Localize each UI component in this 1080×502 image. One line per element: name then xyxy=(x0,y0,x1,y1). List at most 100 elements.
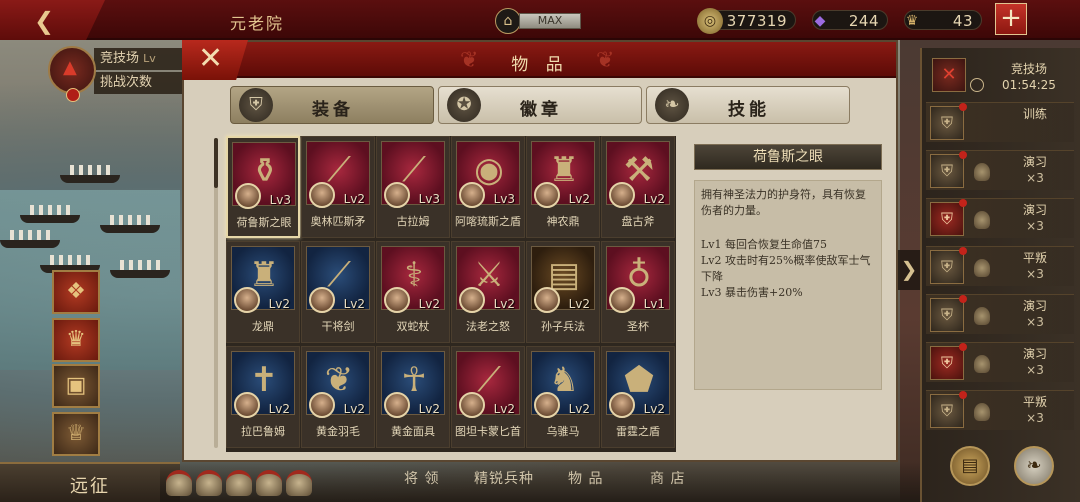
item-art: ♁ Lv1 xyxy=(606,246,670,313)
item-level: Lv2 xyxy=(493,402,515,416)
general-avatar xyxy=(384,287,410,313)
item-card[interactable]: ⟋ Lv2 干将剑 xyxy=(301,241,375,343)
item-level: Lv2 xyxy=(568,192,590,206)
item-card[interactable]: ♜ Lv2 龙鼎 xyxy=(226,241,300,343)
scroll-button[interactable]: ❧ xyxy=(1014,446,1054,486)
helmet-icon xyxy=(974,163,990,181)
item-art: ⟋ Lv2 xyxy=(306,246,370,313)
item-level: Lv2 xyxy=(643,192,665,206)
scroll-icon: ❧ xyxy=(1026,455,1042,476)
mission-name: 演习 xyxy=(1022,299,1047,313)
nav-tab-generals[interactable]: 将 领 xyxy=(404,468,439,488)
gold-counter: ◎ 377319 xyxy=(697,8,796,34)
item-card[interactable]: ⚒ Lv2 盘古斧 xyxy=(601,136,675,238)
mission-row[interactable]: ⛨ 平叛 ×3 xyxy=(926,390,1074,430)
helmet-icon xyxy=(286,470,312,496)
item-card[interactable]: ♞ Lv2 乌骓马 xyxy=(526,346,600,448)
mission-row[interactable]: ⛨ 演习 ×3 xyxy=(926,150,1074,190)
back-arrow-icon: ❮ xyxy=(34,7,55,35)
mission-row[interactable]: ⛨ 演习 ×3 xyxy=(926,294,1074,334)
item-level: Lv2 xyxy=(568,402,590,416)
notification-dot xyxy=(959,103,967,111)
tab-equipment[interactable]: ⛨ 装备 xyxy=(230,86,434,124)
plus-button[interactable]: + xyxy=(995,3,1027,35)
crown-button[interactable]: ♛ xyxy=(52,318,100,362)
notification-dot xyxy=(959,199,967,207)
detail-panel: 拥有神圣法力的护身符，具有恢复伤者的力量。 Lv1 每回合恢复生命值75 Lv2… xyxy=(694,180,882,390)
item-level: Lv2 xyxy=(493,297,515,311)
item-card[interactable]: ⟋ Lv3 古拉姆 xyxy=(376,136,450,238)
tab-skills[interactable]: ❧ 技能 xyxy=(646,86,850,124)
general-avatar xyxy=(609,287,635,313)
item-card[interactable]: ✝ Lv2 拉巴鲁姆 xyxy=(226,346,300,448)
tab-label: 徽章 xyxy=(520,100,562,120)
notification-dot xyxy=(959,391,967,399)
ship-decoration xyxy=(60,165,120,183)
item-card[interactable]: ⚔ Lv2 法老之怒 xyxy=(451,241,525,343)
general-avatar xyxy=(384,392,410,418)
item-card[interactable]: ⬟ Lv2 雷霆之盾 xyxy=(601,346,675,448)
item-card[interactable]: ⚕ Lv2 双蛇杖 xyxy=(376,241,450,343)
trophy-button[interactable]: ♕ xyxy=(52,412,100,456)
general-avatar xyxy=(609,392,635,418)
temple-icon: ⌂ xyxy=(495,8,521,34)
mission-count: ×3 xyxy=(1026,219,1044,233)
item-level: Lv2 xyxy=(343,297,365,311)
item-art: ☥ Lv2 xyxy=(381,351,445,418)
item-name: 荷鲁斯之眼 xyxy=(236,216,292,229)
close-x-icon: ✕ xyxy=(198,41,224,76)
expand-arrow-icon[interactable]: ❯ xyxy=(898,250,920,290)
item-level: Lv2 xyxy=(343,402,365,416)
helmet-icon xyxy=(226,470,252,496)
gem-value: 244 xyxy=(848,12,879,30)
item-card[interactable]: ❦ Lv2 黄金羽毛 xyxy=(301,346,375,448)
mission-count: ×3 xyxy=(1026,411,1044,425)
helmet-icon xyxy=(974,403,990,421)
item-name: 法老之怒 xyxy=(466,320,510,333)
scrollbar-thumb[interactable] xyxy=(214,138,218,188)
book-button[interactable]: ▤ xyxy=(950,446,990,486)
item-card[interactable]: ♁ Lv1 圣杯 xyxy=(601,241,675,343)
item-card[interactable]: ⟋ Lv2 奥林匹斯矛 xyxy=(301,136,375,238)
nav-tab-items[interactable]: 物 品 xyxy=(568,468,603,488)
item-card[interactable]: ⟋ Lv2 图坦卡蒙匕首 xyxy=(451,346,525,448)
item-card[interactable]: ☥ Lv2 黄金面具 xyxy=(376,346,450,448)
mission-row[interactable]: ⛨ 平叛 ×3 xyxy=(926,246,1074,286)
item-card[interactable]: ⚱ Lv3 荷鲁斯之眼 xyxy=(226,136,300,238)
chest-button[interactable]: ▣ xyxy=(52,364,100,408)
item-level: Lv1 xyxy=(643,297,665,311)
item-level: Lv3 xyxy=(493,192,515,206)
ship-decoration xyxy=(20,205,80,223)
trophy-icon: ♕ xyxy=(66,421,86,446)
item-card[interactable]: ◉ Lv3 阿喀琉斯之盾 xyxy=(451,136,525,238)
arena-card[interactable]: 竞技场 Lv 挑战次数 xyxy=(48,46,204,102)
item-card[interactable]: ♜ Lv2 神农鼎 xyxy=(526,136,600,238)
general-avatar xyxy=(534,392,560,418)
mission-row[interactable]: ⛨ 训练 xyxy=(926,102,1074,142)
notification-dot xyxy=(959,343,967,351)
item-art: ⟋ Lv3 xyxy=(381,141,445,208)
expedition-button[interactable]: 远征 xyxy=(0,462,180,502)
general-avatar xyxy=(534,182,560,208)
item-name: 雷霆之盾 xyxy=(616,425,660,438)
back-button[interactable]: ❮ xyxy=(0,0,105,40)
mission-row[interactable]: ⛨ 演习 ×3 xyxy=(926,342,1074,382)
item-name: 图坦卡蒙匕首 xyxy=(455,425,521,438)
nav-tab-elite-troops[interactable]: 精锐兵种 xyxy=(474,468,534,488)
item-level: Lv2 xyxy=(568,297,590,311)
general-avatar xyxy=(235,183,261,209)
tab-badges[interactable]: ✪ 徽章 xyxy=(438,86,642,124)
item-art: ✝ Lv2 xyxy=(231,351,295,418)
mission-count: ×3 xyxy=(1026,363,1044,377)
detail-title-bar: 荷鲁斯之眼 xyxy=(694,144,882,170)
nav-tab-shop[interactable]: 商 店 xyxy=(650,468,685,488)
mission-row[interactable]: ⛨ 演习 ×3 xyxy=(926,198,1074,238)
item-art: ⟋ Lv2 xyxy=(456,351,520,418)
mission-icon: ⛨ xyxy=(930,295,967,332)
detail-description: 拥有神圣法力的护身符，具有恢复伤者的力量。 xyxy=(701,188,866,217)
item-card[interactable]: ▤ Lv2 孙子兵法 xyxy=(526,241,600,343)
treasure-bag-button[interactable]: ❖ xyxy=(52,270,100,314)
arena-timer-label: 竞技场 xyxy=(1010,62,1047,76)
arena-timer[interactable]: ✕ 竞技场 01:54:25 xyxy=(926,52,1074,100)
helmet-icon xyxy=(974,259,990,277)
